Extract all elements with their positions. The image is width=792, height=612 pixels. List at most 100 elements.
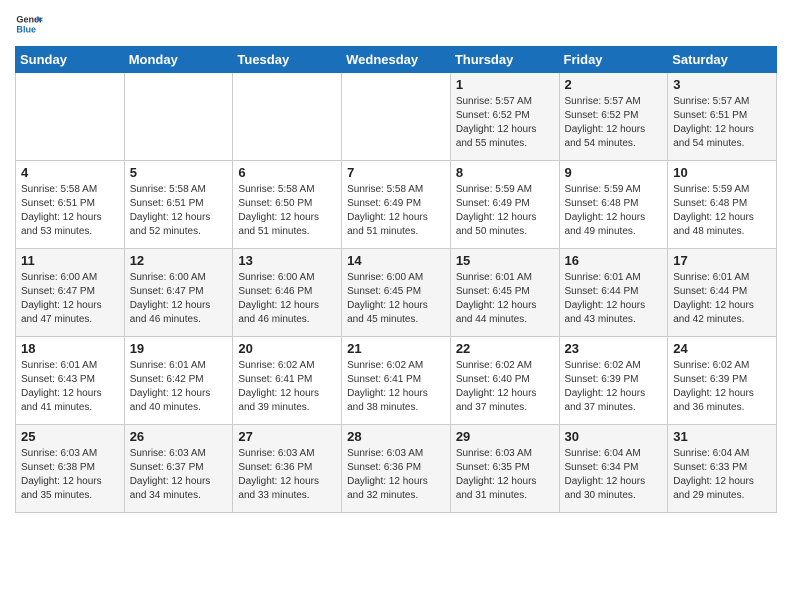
calendar-cell: 23Sunrise: 6:02 AM Sunset: 6:39 PM Dayli… [559, 337, 668, 425]
day-info: Sunrise: 6:03 AM Sunset: 6:37 PM Dayligh… [130, 447, 228, 503]
day-number: 12 [130, 253, 228, 268]
day-info: Sunrise: 6:00 AM Sunset: 6:46 PM Dayligh… [238, 271, 336, 327]
calendar-week-row: 1 Sunrise: 5:57 AM Sunset: 6:52 PM Daylig… [16, 73, 777, 161]
day-info: Sunrise: 5:58 AM Sunset: 6:50 PM Dayligh… [238, 183, 336, 239]
day-info: Sunrise: 6:01 AM Sunset: 6:43 PM Dayligh… [21, 359, 119, 415]
day-number: 11 [21, 253, 119, 268]
calendar-week-row: 25 Sunrise: 6:03 AM Sunset: 6:38 PM Dayli… [16, 425, 777, 513]
col-wednesday: Wednesday [342, 47, 451, 73]
day-info: Sunrise: 6:02 AM Sunset: 6:40 PM Dayligh… [456, 359, 554, 415]
calendar-cell: 7 Sunrise: 5:58 AM Sunset: 6:49 PM Daylig… [342, 161, 451, 249]
day-number: 24 [673, 341, 771, 356]
calendar-cell: 31 Sunrise: 6:04 AM Sunset: 6:33 PM Dayli… [668, 425, 777, 513]
day-number: 2 [565, 77, 663, 92]
day-number: 1 [456, 77, 554, 92]
calendar-cell: 12 Sunrise: 6:00 AM Sunset: 6:47 PM Dayli… [124, 249, 233, 337]
day-info: Sunrise: 6:03 AM Sunset: 6:36 PM Dayligh… [347, 447, 445, 503]
calendar-cell: 6 Sunrise: 5:58 AM Sunset: 6:50 PM Daylig… [233, 161, 342, 249]
day-number: 25 [21, 429, 119, 444]
calendar-cell: 15 Sunrise: 6:01 AM Sunset: 6:45 PM Dayli… [450, 249, 559, 337]
day-info: Sunrise: 6:02 AM Sunset: 6:39 PM Dayligh… [673, 359, 771, 415]
calendar-cell: 25 Sunrise: 6:03 AM Sunset: 6:38 PM Dayli… [16, 425, 125, 513]
day-number: 8 [456, 165, 554, 180]
day-info: Sunrise: 5:58 AM Sunset: 6:51 PM Dayligh… [130, 183, 228, 239]
header-row: Sunday Monday Tuesday Wednesday Thursday… [16, 47, 777, 73]
calendar-cell: 10Sunrise: 5:59 AM Sunset: 6:48 PM Dayli… [668, 161, 777, 249]
calendar-cell: 19 Sunrise: 6:01 AM Sunset: 6:42 PM Dayli… [124, 337, 233, 425]
calendar-cell: 21 Sunrise: 6:02 AM Sunset: 6:41 PM Dayli… [342, 337, 451, 425]
day-info: Sunrise: 6:00 AM Sunset: 6:45 PM Dayligh… [347, 271, 445, 327]
day-info: Sunrise: 6:02 AM Sunset: 6:41 PM Dayligh… [347, 359, 445, 415]
calendar-cell: 4Sunrise: 5:58 AM Sunset: 6:51 PM Daylig… [16, 161, 125, 249]
calendar-cell: 26 Sunrise: 6:03 AM Sunset: 6:37 PM Dayli… [124, 425, 233, 513]
calendar-cell: 27 Sunrise: 6:03 AM Sunset: 6:36 PM Dayli… [233, 425, 342, 513]
day-number: 15 [456, 253, 554, 268]
calendar-cell: 16 Sunrise: 6:01 AM Sunset: 6:44 PM Dayli… [559, 249, 668, 337]
day-number: 3 [673, 77, 771, 92]
calendar-header: Sunday Monday Tuesday Wednesday Thursday… [16, 47, 777, 73]
calendar-week-row: 18 Sunrise: 6:01 AM Sunset: 6:43 PM Dayli… [16, 337, 777, 425]
day-info: Sunrise: 6:01 AM Sunset: 6:44 PM Dayligh… [565, 271, 663, 327]
day-number: 22 [456, 341, 554, 356]
day-number: 9 [565, 165, 663, 180]
col-monday: Monday [124, 47, 233, 73]
calendar-cell: 11 Sunrise: 6:00 AM Sunset: 6:47 PM Dayli… [16, 249, 125, 337]
day-info: Sunrise: 6:03 AM Sunset: 6:36 PM Dayligh… [238, 447, 336, 503]
day-number: 17 [673, 253, 771, 268]
day-info: Sunrise: 6:03 AM Sunset: 6:38 PM Dayligh… [21, 447, 119, 503]
day-number: 7 [347, 165, 445, 180]
day-info: Sunrise: 6:01 AM Sunset: 6:42 PM Dayligh… [130, 359, 228, 415]
calendar-week-row: 4 Sunrise: 5:58 AM Sunset: 6:51 PM Daylig… [16, 161, 777, 249]
day-info: Sunrise: 6:02 AM Sunset: 6:41 PM Dayligh… [238, 359, 336, 415]
day-info: Sunrise: 5:58 AM Sunset: 6:49 PM Dayligh… [347, 183, 445, 239]
day-number: 18 [21, 341, 119, 356]
calendar-cell: 17Sunrise: 6:01 AM Sunset: 6:44 PM Dayli… [668, 249, 777, 337]
calendar-cell: 22 Sunrise: 6:02 AM Sunset: 6:40 PM Dayli… [450, 337, 559, 425]
day-info: Sunrise: 5:59 AM Sunset: 6:48 PM Dayligh… [565, 183, 663, 239]
day-info: Sunrise: 6:01 AM Sunset: 6:45 PM Dayligh… [456, 271, 554, 327]
day-info: Sunrise: 6:02 AM Sunset: 6:39 PM Dayligh… [565, 359, 663, 415]
day-number: 31 [673, 429, 771, 444]
logo: General Blue [15, 10, 43, 38]
page-header: General Blue [15, 10, 777, 38]
day-number: 20 [238, 341, 336, 356]
day-number: 27 [238, 429, 336, 444]
day-number: 16 [565, 253, 663, 268]
day-number: 19 [130, 341, 228, 356]
calendar-cell: 14 Sunrise: 6:00 AM Sunset: 6:45 PM Dayli… [342, 249, 451, 337]
day-info: Sunrise: 6:04 AM Sunset: 6:34 PM Dayligh… [565, 447, 663, 503]
calendar-cell: 29 Sunrise: 6:03 AM Sunset: 6:35 PM Dayli… [450, 425, 559, 513]
col-friday: Friday [559, 47, 668, 73]
day-number: 6 [238, 165, 336, 180]
calendar-cell [233, 73, 342, 161]
calendar-cell: 8 Sunrise: 5:59 AM Sunset: 6:49 PM Daylig… [450, 161, 559, 249]
day-number: 4 [21, 165, 119, 180]
day-info: Sunrise: 5:57 AM Sunset: 6:52 PM Dayligh… [456, 95, 554, 151]
day-info: Sunrise: 6:00 AM Sunset: 6:47 PM Dayligh… [130, 271, 228, 327]
col-tuesday: Tuesday [233, 47, 342, 73]
day-info: Sunrise: 6:03 AM Sunset: 6:35 PM Dayligh… [456, 447, 554, 503]
col-thursday: Thursday [450, 47, 559, 73]
day-info: Sunrise: 5:59 AM Sunset: 6:49 PM Dayligh… [456, 183, 554, 239]
day-number: 21 [347, 341, 445, 356]
day-number: 28 [347, 429, 445, 444]
calendar-cell: 2Sunrise: 5:57 AM Sunset: 6:52 PM Daylig… [559, 73, 668, 161]
day-number: 14 [347, 253, 445, 268]
calendar-cell: 28 Sunrise: 6:03 AM Sunset: 6:36 PM Dayli… [342, 425, 451, 513]
calendar-cell: 1 Sunrise: 5:57 AM Sunset: 6:52 PM Daylig… [450, 73, 559, 161]
logo-icon: General Blue [15, 10, 43, 38]
calendar-cell: 18 Sunrise: 6:01 AM Sunset: 6:43 PM Dayli… [16, 337, 125, 425]
day-info: Sunrise: 6:04 AM Sunset: 6:33 PM Dayligh… [673, 447, 771, 503]
svg-text:Blue: Blue [16, 24, 36, 34]
calendar-cell [124, 73, 233, 161]
day-number: 26 [130, 429, 228, 444]
day-number: 13 [238, 253, 336, 268]
day-number: 10 [673, 165, 771, 180]
calendar-cell: 30Sunrise: 6:04 AM Sunset: 6:34 PM Dayli… [559, 425, 668, 513]
day-number: 29 [456, 429, 554, 444]
day-info: Sunrise: 5:57 AM Sunset: 6:51 PM Dayligh… [673, 95, 771, 151]
calendar-cell [16, 73, 125, 161]
day-info: Sunrise: 6:00 AM Sunset: 6:47 PM Dayligh… [21, 271, 119, 327]
calendar-cell: 24 Sunrise: 6:02 AM Sunset: 6:39 PM Dayli… [668, 337, 777, 425]
calendar-cell: 5Sunrise: 5:58 AM Sunset: 6:51 PM Daylig… [124, 161, 233, 249]
